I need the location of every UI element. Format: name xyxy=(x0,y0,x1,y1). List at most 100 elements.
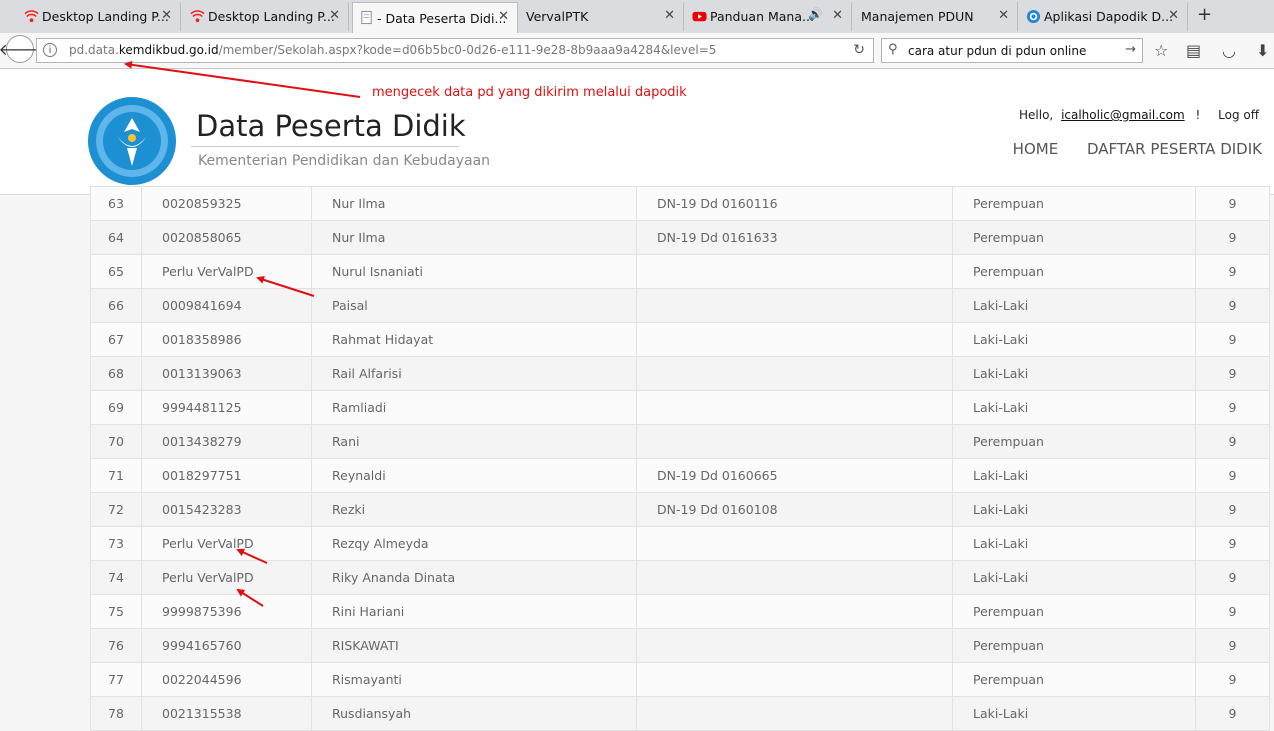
cell-jenis-kelamin: Laki-Laki xyxy=(952,390,1196,425)
search-bar[interactable]: ⚲ cara atur pdun di pdun online → xyxy=(881,38,1143,63)
cell-jenis-kelamin: Laki-Laki xyxy=(952,492,1196,527)
annotation-text: mengecek data pd yang dikirim melalui da… xyxy=(372,85,687,100)
cell-nisn: 0013438279 xyxy=(141,424,312,459)
cell-jenis-kelamin: Laki-Laki xyxy=(952,288,1196,323)
reading-list-icon[interactable]: ▤ xyxy=(1186,41,1201,60)
table-row: 66 0009841694 Paisal Laki-Laki 9 xyxy=(90,288,1270,323)
cell-kelas: 9 xyxy=(1195,186,1270,221)
cell-jenis-kelamin: Perempuan xyxy=(952,594,1196,629)
cell-no: 63 xyxy=(90,186,142,221)
table-row: 65 Perlu VerValPD Nurul Isnaniati Perempuan… xyxy=(90,254,1270,289)
cell-kelas: 9 xyxy=(1195,526,1270,561)
tab-label: Desktop Landing P... xyxy=(208,9,335,24)
cell-kelas: 9 xyxy=(1195,560,1270,595)
speaker-icon[interactable]: 🔊 xyxy=(808,7,823,21)
tab-strip: Desktop Landing P... ✕ Desktop Landing P… xyxy=(0,0,1274,34)
info-icon[interactable]: i xyxy=(43,43,57,57)
close-icon[interactable]: ✕ xyxy=(1168,8,1179,23)
page-icon xyxy=(361,10,372,25)
cell-nama: Rezqy Almeyda xyxy=(311,526,637,561)
cell-nisn: Perlu VerValPD xyxy=(141,254,312,289)
pocket-icon[interactable]: ◡ xyxy=(1222,41,1236,60)
cell-no: 74 xyxy=(90,560,142,595)
cell-ijazah xyxy=(636,356,953,391)
url-prefix: pd.data. xyxy=(69,43,119,57)
globe-icon xyxy=(1026,9,1041,24)
table-row: 68 0013139063 Rail Alfarisi Laki-Laki 9 xyxy=(90,356,1270,391)
youtube-icon xyxy=(692,11,707,22)
user-email-link[interactable]: icalholic@gmail.com xyxy=(1061,108,1185,122)
cell-ijazah xyxy=(636,560,953,595)
nav-daftar-peserta-didik[interactable]: DAFTAR PESERTA DIDIK xyxy=(1087,140,1262,158)
close-icon[interactable]: ✕ xyxy=(329,8,340,23)
table-row: 72 0015423283 Rezki DN-19 Dd 0160108 Laki-La… xyxy=(90,492,1270,527)
cell-kelas: 9 xyxy=(1195,220,1270,255)
cell-ijazah: DN-19 Dd 0161633 xyxy=(636,220,953,255)
close-icon[interactable]: ✕ xyxy=(998,8,1009,23)
table-row: 70 0013438279 Rani Perempuan 9 xyxy=(90,424,1270,459)
page-subtitle: Kementerian Pendidikan dan Kebudayaan xyxy=(198,153,491,169)
close-icon[interactable]: ✕ xyxy=(832,8,843,23)
cell-kelas: 9 xyxy=(1195,628,1270,663)
table-row: 71 0018297751 Reynaldi DN-19 Dd 0160665 Laki… xyxy=(90,458,1270,493)
tab-data-peserta-didik[interactable]: - Data Peserta Didi... ✕ xyxy=(352,2,518,33)
tab-aplikasi-dapodik[interactable]: Aplikasi Dapodik D... ✕ xyxy=(1020,2,1188,31)
url-text: pd.data.kemdikbud.go.id/member/Sekolah.a… xyxy=(69,43,716,57)
new-tab-icon[interactable]: + xyxy=(1197,4,1212,25)
table-row: 78 0021315538 Rusdiansyah Laki-Laki 9 xyxy=(90,696,1270,731)
download-icon[interactable]: ⬇ xyxy=(1256,41,1269,60)
search-input[interactable]: cara atur pdun di pdun online xyxy=(908,44,1086,58)
cell-jenis-kelamin: Perempuan xyxy=(952,628,1196,663)
cell-nisn: 0021315538 xyxy=(141,696,312,731)
table-row: 64 0020858065 Nur Ilma DN-19 Dd 0161633 Pere… xyxy=(90,220,1270,255)
cell-kelas: 9 xyxy=(1195,458,1270,493)
cell-nama: Rahmat Hidayat xyxy=(311,322,637,357)
hello-label: Hello, xyxy=(1019,108,1054,122)
cell-ijazah xyxy=(636,390,953,425)
tab-desktop-landing-1[interactable]: Desktop Landing P... ✕ xyxy=(18,2,181,31)
tut-wuri-handayani-logo[interactable] xyxy=(87,96,177,186)
close-icon[interactable]: ✕ xyxy=(664,8,675,23)
navigation-bar: 🡐 i pd.data.kemdikbud.go.id/member/Sekol… xyxy=(0,33,1274,69)
tab-manajemen-pdun[interactable]: Manajemen PDUN ✕ xyxy=(852,2,1018,31)
cell-ijazah: DN-19 Dd 0160116 xyxy=(636,186,953,221)
cell-nisn: 0009841694 xyxy=(141,288,312,323)
bookmark-star-icon[interactable]: ☆ xyxy=(1154,41,1168,60)
cell-nisn: 0018297751 xyxy=(141,458,312,493)
cell-kelas: 9 xyxy=(1195,254,1270,289)
tab-desktop-landing-2[interactable]: Desktop Landing P... ✕ xyxy=(184,2,349,31)
cell-no: 69 xyxy=(90,390,142,425)
cell-kelas: 9 xyxy=(1195,492,1270,527)
url-bar[interactable]: i pd.data.kemdikbud.go.id/member/Sekolah… xyxy=(36,38,874,63)
cell-no: 64 xyxy=(90,220,142,255)
search-go-icon[interactable]: → xyxy=(1125,42,1136,57)
cell-jenis-kelamin: Laki-Laki xyxy=(952,696,1196,731)
cell-ijazah xyxy=(636,628,953,663)
cell-jenis-kelamin: Perempuan xyxy=(952,424,1196,459)
cell-ijazah xyxy=(636,254,953,289)
table-row: 67 0018358986 Rahmat Hidayat Laki-Laki 9 xyxy=(90,322,1270,357)
url-domain: kemdikbud.go.id xyxy=(118,43,219,57)
signal-icon xyxy=(190,10,205,23)
reload-icon[interactable]: ↻ xyxy=(853,42,865,58)
tab-panduan[interactable]: Panduan Mana... 🔊 ✕ xyxy=(686,2,852,31)
greeting-separator: ! xyxy=(1195,108,1201,122)
search-icon: ⚲ xyxy=(888,42,898,57)
close-icon[interactable]: ✕ xyxy=(498,9,509,24)
cell-ijazah xyxy=(636,526,953,561)
cell-no: 71 xyxy=(90,458,142,493)
cell-nama: Nur Ilma xyxy=(311,220,637,255)
nav-home[interactable]: HOME xyxy=(1013,140,1059,158)
cell-nisn: 0013139063 xyxy=(141,356,312,391)
cell-jenis-kelamin: Perempuan xyxy=(952,220,1196,255)
cell-ijazah: DN-19 Dd 0160108 xyxy=(636,492,953,527)
table-row: 77 0022044596 Rismayanti Perempuan 9 xyxy=(90,662,1270,697)
cell-ijazah xyxy=(636,696,953,731)
cell-kelas: 9 xyxy=(1195,322,1270,357)
cell-nisn: 0022044596 xyxy=(141,662,312,697)
close-icon[interactable]: ✕ xyxy=(161,8,172,23)
cell-nisn: 9994481125 xyxy=(141,390,312,425)
logoff-link[interactable]: Log off xyxy=(1218,108,1259,122)
back-button[interactable]: 🡐 xyxy=(0,35,41,63)
tab-vervalptk[interactable]: VervalPTK ✕ xyxy=(518,2,684,31)
